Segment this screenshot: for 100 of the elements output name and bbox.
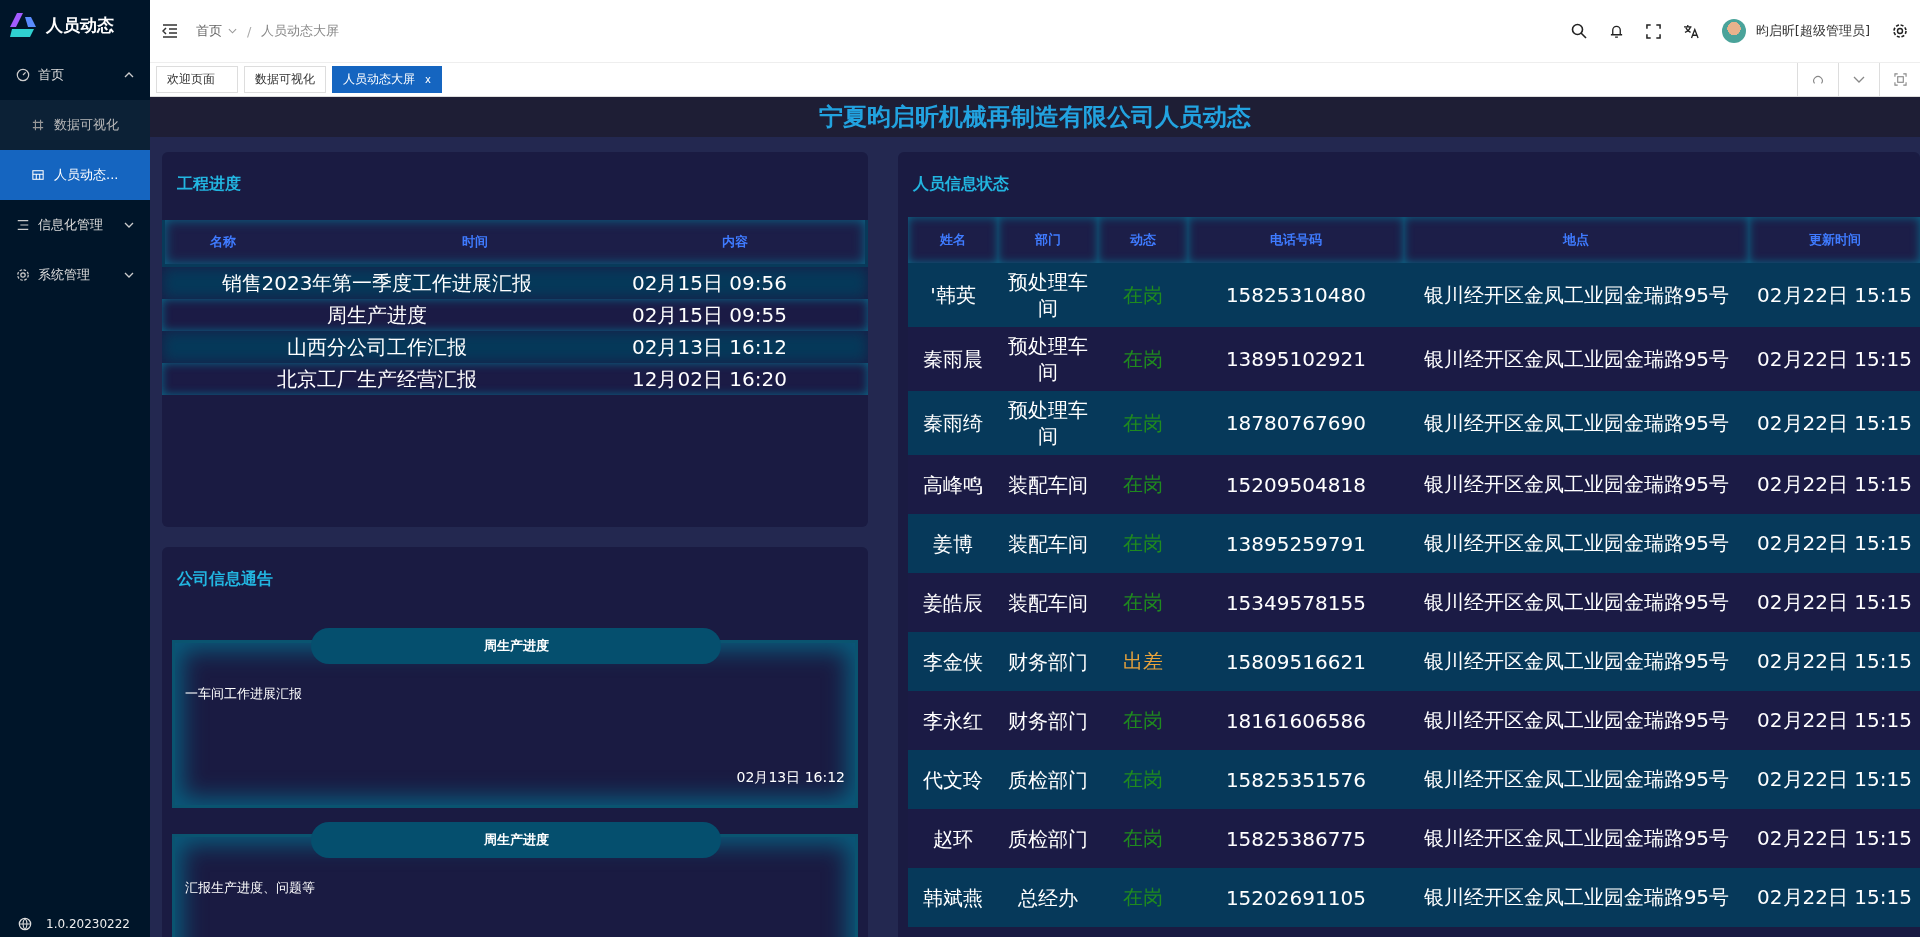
close-tab-button[interactable]: x (425, 74, 431, 85)
table-cell-text: 装配车间 (1006, 471, 1089, 498)
table-cell-text: 周生产进度 (326, 301, 428, 329)
settings-icon[interactable] (1892, 23, 1908, 39)
breadcrumb-separator: / (247, 23, 252, 39)
status-text: 出差 (1122, 649, 1163, 673)
table-cell: 15825386775 (1225, 826, 1366, 851)
table-cell-text: 山西分公司工作汇报 (286, 333, 468, 361)
column-header: 姓名 (939, 232, 966, 247)
panel-title: 工程进度 (176, 173, 242, 195)
refresh-icon (1812, 73, 1824, 86)
table-cell: 高峰鸣 (922, 472, 983, 497)
status-text: 在岗 (1122, 885, 1163, 909)
table-cell: 银川经开区金凤工业园金瑞路95号 (1423, 826, 1730, 850)
table-cell: 15809516621 (1225, 649, 1366, 674)
breadcrumb-link[interactable]: 人员动态大屏 (261, 22, 340, 40)
table-cell: 代文玲 (922, 767, 983, 792)
status-text: 在岗 (1122, 708, 1163, 732)
status-text: 在岗 (1122, 410, 1163, 435)
table-cell: 02月22日 15:15 (1757, 472, 1912, 496)
table-cell: '韩英 (930, 283, 976, 307)
column-header: 内容 (721, 233, 749, 251)
bell-icon[interactable] (1608, 23, 1624, 39)
table-cell: 02月22日 15:15 (1757, 590, 1912, 614)
breadcrumb-link[interactable]: 首页 (196, 22, 222, 40)
table-cell-text: 02月15日 09:56 (631, 269, 788, 297)
notice-time: 02月13日 16:12 (736, 769, 845, 787)
table-cell-text: 总经办 (1016, 884, 1079, 911)
table-cell: 13895102921 (1225, 347, 1366, 371)
status-text: 在岗 (1122, 346, 1163, 371)
table-cell: 18780767690 (1225, 411, 1366, 435)
status-text: 在岗 (1122, 531, 1163, 555)
column-header: 地点 (1563, 232, 1590, 247)
table-cell-text: 预处理车间 (1006, 269, 1089, 321)
table-cell: 15202691105 (1225, 885, 1366, 910)
menu-item[interactable]: 系统管理 (0, 250, 150, 300)
table-cell: 李金侠 (922, 649, 983, 674)
table-cell: 赵环 (932, 826, 973, 851)
table-cell: 银川经开区金凤工业园金瑞路95号 (1423, 590, 1730, 614)
submenu-item[interactable]: 人员动态... (0, 150, 150, 200)
app-title: 人员动态 (46, 13, 114, 37)
table-cell-text: 预处理车间 (1006, 333, 1089, 385)
table-cell: 15209504818 (1225, 472, 1366, 497)
user-name[interactable]: 昀启昕[超级管理员] (1755, 22, 1870, 40)
table-icon (32, 169, 44, 181)
table-cell-text: 质检部门 (1006, 766, 1089, 793)
table-cell: 02月22日 15:15 (1757, 531, 1912, 555)
table-cell: 银川经开区金凤工业园金瑞路95号 (1423, 767, 1730, 791)
table-cell-text: 财务部门 (1006, 648, 1089, 675)
column-header: 时间 (461, 233, 489, 251)
column-header: 更新时间 (1808, 232, 1861, 247)
column-header: 动态 (1129, 232, 1156, 247)
notice-title: 周生产进度 (311, 628, 721, 664)
fullscreen-icon[interactable] (1645, 23, 1661, 39)
menu-fold-icon[interactable] (162, 24, 178, 38)
chevron-icon (124, 72, 134, 78)
table-cell-text: 销售2023年第一季度工作进展汇报 (220, 269, 534, 297)
table-cell: 银川经开区金凤工业园金瑞路95号 (1423, 531, 1730, 555)
notice-text: 汇报生产进度、问题等 (185, 879, 316, 897)
menu-item[interactable]: 首页 (0, 50, 150, 100)
status-text: 在岗 (1122, 282, 1163, 307)
submenu-item[interactable]: 数据可视化 (0, 100, 150, 150)
page-tab[interactable]: 数据可视化 (244, 66, 326, 93)
grid-icon (32, 119, 44, 131)
table-cell: 02月22日 15:15 (1757, 649, 1912, 673)
table-cell: 秦雨绮 (922, 411, 983, 435)
table-cell-text: 12月02日 16:20 (631, 365, 788, 393)
notice-text: 一车间工作进展汇报 (185, 685, 303, 703)
table-cell-text: 预处理车间 (1006, 397, 1089, 449)
table-cell: 02月22日 15:15 (1757, 708, 1912, 732)
status-text: 在岗 (1122, 590, 1163, 614)
page-title: 宁夏昀启昕机械再制造有限公司人员动态 (819, 102, 1251, 133)
table-cell: 02月22日 15:15 (1757, 885, 1912, 909)
table-cell-text: 02月13日 16:12 (631, 333, 788, 361)
table-cell-text: 质检部门 (1006, 825, 1089, 852)
search-icon[interactable] (1570, 23, 1587, 39)
globe-icon (18, 917, 32, 931)
table-cell-text: 财务部门 (1006, 707, 1089, 734)
table-cell: 银川经开区金凤工业园金瑞路95号 (1423, 410, 1730, 435)
settings-icon (16, 268, 30, 282)
chevron-icon (124, 222, 134, 228)
translate-icon[interactable] (1682, 23, 1700, 39)
maximize-icon (1893, 73, 1907, 86)
column-header: 电话号码 (1269, 232, 1322, 247)
notice-title: 周生产进度 (311, 822, 721, 858)
column-header: 部门 (1034, 232, 1061, 247)
menu-item[interactable]: 信息化管理 (0, 200, 150, 250)
chevron-icon (1853, 76, 1865, 83)
version-label: 1.0.20230222 (46, 917, 130, 931)
page-tab[interactable]: 欢迎页面 (156, 66, 238, 93)
table-cell-text: 装配车间 (1006, 589, 1089, 616)
table-cell: 姜皓辰 (922, 590, 983, 615)
table-cell: 银川经开区金凤工业园金瑞路95号 (1423, 708, 1730, 732)
table-cell: 银川经开区金凤工业园金瑞路95号 (1423, 282, 1730, 307)
table-cell-text: 北京工厂生产经营汇报 (276, 365, 478, 393)
column-header: 名称 (209, 233, 237, 251)
page-tab[interactable]: 人员动态大屏 x (332, 66, 442, 93)
table-cell: 银川经开区金凤工业园金瑞路95号 (1423, 885, 1730, 909)
avatar[interactable] (1721, 19, 1746, 43)
table-cell: 02月22日 15:15 (1757, 767, 1912, 791)
